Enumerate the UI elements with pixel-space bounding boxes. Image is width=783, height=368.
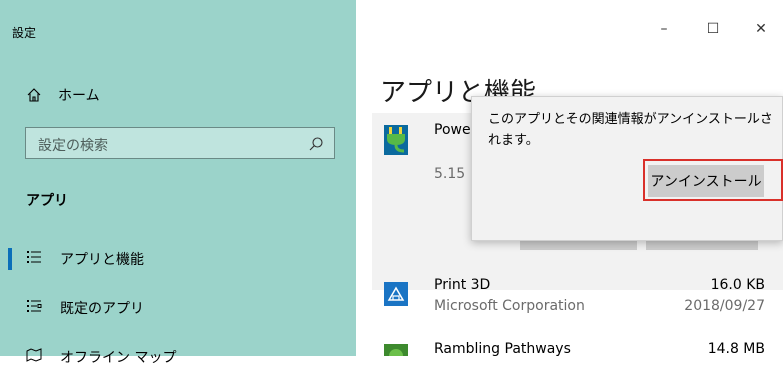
sidebar-item-offline-maps[interactable]: オフライン マップ bbox=[0, 342, 356, 368]
selected-app-name: Powe bbox=[434, 122, 471, 138]
sidebar-item-label: 既定のアプリ bbox=[60, 301, 144, 317]
flyout-message: このアプリとその関連情報がアンインストールされます。 bbox=[488, 112, 773, 148]
close-button[interactable]: ✕ bbox=[738, 18, 783, 40]
offline-maps-icon bbox=[26, 348, 42, 362]
sidebar-item-default-apps[interactable]: 既定のアプリ bbox=[0, 293, 356, 319]
app-list-item[interactable]: Print 3D Microsoft Corporation 16.0 KB 2… bbox=[372, 270, 783, 320]
app-install-date: 2018/09/27 bbox=[684, 298, 765, 314]
window-title: 設定 bbox=[12, 26, 37, 40]
app-name: Rambling Pathways bbox=[434, 341, 571, 356]
app-name: Print 3D bbox=[434, 277, 491, 293]
home-label: ホーム bbox=[58, 88, 100, 104]
sidebar-item-label: アプリと機能 bbox=[60, 252, 144, 268]
app-size: 14.8 MB bbox=[707, 341, 765, 356]
search-placeholder: 設定の検索 bbox=[38, 138, 108, 154]
sidebar: 設定 ホーム 設定の検索 アプリ アプリと機能 既定のアプリ オフライン マップ bbox=[0, 0, 356, 366]
app-size: 16.0 KB bbox=[710, 277, 765, 293]
print-3d-icon bbox=[384, 282, 408, 306]
apps-features-icon bbox=[27, 251, 41, 263]
sidebar-item-label: オフライン マップ bbox=[60, 350, 177, 366]
search-icon[interactable] bbox=[308, 136, 324, 152]
settings-search-input[interactable]: 設定の検索 bbox=[25, 127, 335, 159]
selected-app-version: 5.15 bbox=[434, 166, 466, 182]
home-icon bbox=[27, 88, 41, 102]
maximize-button[interactable]: ☐ bbox=[690, 18, 736, 40]
minimize-icon: – bbox=[660, 21, 668, 37]
app-publisher: Microsoft Corporation bbox=[434, 298, 585, 314]
home-nav-item[interactable]: ホーム bbox=[26, 84, 100, 106]
close-icon: ✕ bbox=[755, 21, 767, 37]
rambling-pathways-icon bbox=[384, 344, 408, 356]
maximize-icon: ☐ bbox=[706, 21, 720, 37]
power-plug-icon bbox=[384, 125, 408, 155]
highlight-box bbox=[643, 159, 783, 201]
selected-indicator bbox=[8, 248, 12, 270]
default-apps-icon bbox=[27, 300, 42, 312]
section-heading-apps: アプリ bbox=[26, 193, 68, 209]
sidebar-item-apps-features[interactable]: アプリと機能 bbox=[0, 244, 356, 270]
app-list-item[interactable]: Rambling Pathways 14.8 MB bbox=[372, 334, 783, 356]
minimize-button[interactable]: – bbox=[641, 18, 687, 40]
